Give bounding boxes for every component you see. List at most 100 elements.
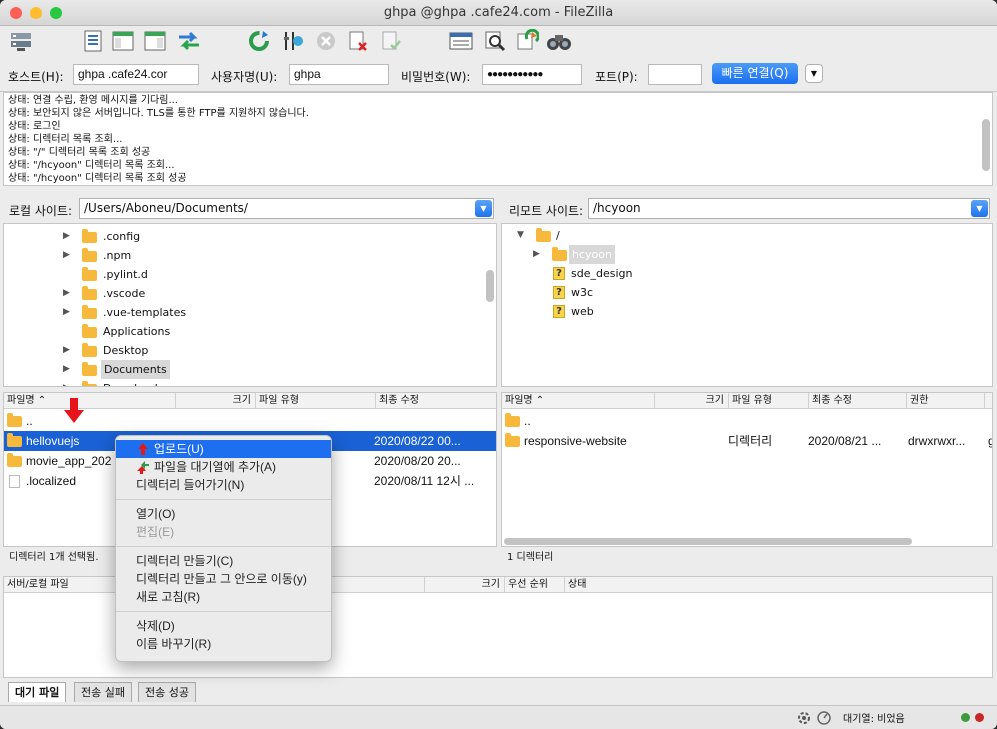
refresh-icon[interactable]	[246, 28, 272, 54]
zoom-window-button[interactable]	[50, 7, 62, 19]
tree-item-selected[interactable]: ▶ hcyoon	[502, 245, 982, 264]
chevron-down-icon[interactable]: ▼	[475, 200, 492, 217]
expand-arrow-icon[interactable]: ▶	[63, 246, 70, 265]
tree-item[interactable]: ▶ .config	[4, 227, 484, 246]
tree-item[interactable]: ▶ .npm	[4, 246, 484, 265]
reconnect-icon[interactable]	[378, 28, 404, 54]
tree-item[interactable]: ▶ Downloads	[4, 379, 484, 386]
folder-icon	[82, 362, 97, 376]
table-row[interactable]: responsive-website 디렉터리 2020/08/21 ... d…	[502, 431, 992, 451]
disconnect-icon[interactable]	[345, 28, 371, 54]
expand-arrow-icon[interactable]: ▼	[517, 226, 524, 245]
tree-item[interactable]: ▶ .vscode	[4, 284, 484, 303]
chevron-down-icon[interactable]: ▼	[971, 200, 988, 217]
tree-item[interactable]: .pylint.d	[4, 265, 484, 284]
column-header-type[interactable]: 파일 유형	[728, 393, 808, 409]
remote-list-h-scrollbar[interactable]	[504, 538, 912, 545]
compare-icon[interactable]	[482, 28, 508, 54]
file-name: movie_app_202	[26, 454, 112, 468]
quickconnect-history-dropdown[interactable]: ▼	[805, 64, 823, 83]
tree-item[interactable]: ▶ Desktop	[4, 341, 484, 360]
tree-item-label: web	[571, 305, 594, 318]
expand-arrow-icon[interactable]: ▶	[63, 303, 70, 322]
close-window-button[interactable]	[10, 7, 22, 19]
quickconnect-button[interactable]: 빠른 연결(Q)	[712, 63, 798, 84]
expand-arrow-icon[interactable]: ▶	[63, 379, 70, 386]
menu-item-create-directory[interactable]: 디렉터리 만들기(C)	[116, 552, 331, 570]
expand-arrow-icon[interactable]: ▶	[63, 227, 70, 246]
column-header-name[interactable]: 파일명 ⌃	[4, 393, 46, 409]
column-header-owner[interactable]	[984, 393, 992, 409]
local-tree-icon[interactable]	[110, 28, 136, 54]
local-path-combo[interactable]: /Users/Aboneu/Documents/ ▼	[79, 198, 494, 219]
tab-queued-files[interactable]: 대기 파일	[8, 682, 67, 702]
expand-arrow-icon[interactable]: ▶	[533, 245, 540, 264]
remote-file-list[interactable]: 파일명 ⌃ 크기 파일 유형 최종 수정 권한 .. responsive-we…	[501, 392, 993, 547]
local-directory-tree[interactable]: ▶ .config ▶ .npm .pylint.d ▶ .vscode ▶ .…	[3, 223, 497, 387]
message-log-icon[interactable]	[80, 28, 106, 54]
expand-arrow-icon[interactable]: ▶	[63, 284, 70, 303]
menu-item-add-to-queue[interactable]: 파일을 대기열에 추가(A)	[116, 458, 331, 476]
log-scrollbar[interactable]	[982, 119, 990, 171]
column-header-name[interactable]: 파일명 ⌃	[502, 393, 544, 409]
minimize-window-button[interactable]	[30, 7, 42, 19]
tree-item-selected[interactable]: ▶ Documents	[4, 360, 484, 379]
cancel-icon[interactable]	[313, 28, 339, 54]
menu-item-rename[interactable]: 이름 바꾸기(R)	[116, 635, 331, 653]
column-header-priority[interactable]: 우선 순위	[504, 577, 564, 593]
transfer-queue-icon[interactable]	[176, 28, 202, 54]
menu-item-upload[interactable]: 업로드(U)	[116, 440, 331, 458]
tab-failed-transfers[interactable]: 전송 실패	[74, 682, 132, 702]
add-queue-icon	[137, 461, 149, 474]
expand-arrow-icon[interactable]: ▶	[63, 360, 70, 379]
process-queue-icon[interactable]	[280, 28, 306, 54]
title-bar: ghpa @ghpa .cafe24.com - FileZilla	[0, 0, 997, 26]
username-input[interactable]: ghpa	[289, 64, 389, 85]
window-title: ghpa @ghpa .cafe24.com - FileZilla	[383, 5, 614, 20]
column-header-state[interactable]: 상태	[564, 577, 992, 593]
log-line: 상태: "/hcyoon" 디렉터리 목록 조회 성공	[8, 173, 187, 184]
remote-directory-tree[interactable]: ▼ / ▶ hcyoon ? sde_design ? w3c ? web	[501, 223, 993, 387]
message-log[interactable]: 상태: 연결 수립, 환영 메시지를 기다림... 상태: 보안되지 않은 서버…	[3, 92, 993, 186]
column-header-type[interactable]: 파일 유형	[255, 393, 375, 409]
column-header-permissions[interactable]: 권한	[906, 393, 984, 409]
tree-item[interactable]: ? w3c	[502, 283, 982, 302]
password-input[interactable]: ●●●●●●●●●●●	[482, 64, 582, 85]
file-icon	[9, 475, 20, 488]
menu-item-enter-directory[interactable]: 디렉터리 들어가기(N)	[116, 476, 331, 494]
tree-item-label: .pylint.d	[103, 268, 148, 281]
tree-item[interactable]: Applications	[4, 322, 484, 341]
tree-item[interactable]: ? web	[502, 302, 982, 321]
column-header-size[interactable]: 크기	[424, 577, 504, 593]
sync-browse-icon[interactable]	[514, 28, 540, 54]
tree-item[interactable]: ? sde_design	[502, 264, 982, 283]
remote-tree-icon[interactable]	[142, 28, 168, 54]
expand-arrow-icon[interactable]: ▶	[63, 341, 70, 360]
table-row[interactable]: ..	[502, 411, 992, 431]
filter-icon[interactable]	[448, 28, 474, 54]
tree-item[interactable]: ▶ .vue-templates	[4, 303, 484, 322]
tab-successful-transfers[interactable]: 전송 성공	[138, 682, 196, 702]
local-tree-scrollbar[interactable]	[486, 270, 494, 302]
column-header-modified[interactable]: 최종 수정	[808, 393, 906, 409]
tree-item[interactable]: ▼ /	[502, 226, 982, 245]
port-input[interactable]	[648, 64, 702, 85]
file-name: ..	[26, 414, 33, 428]
speed-limit-icon[interactable]	[817, 711, 831, 725]
column-header-size[interactable]: 크기	[175, 393, 255, 409]
column-header-size[interactable]: 크기	[654, 393, 728, 409]
window-controls	[10, 7, 62, 19]
file-type: 디렉터리	[728, 434, 773, 448]
menu-item-delete[interactable]: 삭제(D)	[116, 617, 331, 635]
host-input[interactable]: ghpa .cafe24.cor	[73, 64, 199, 85]
site-manager-icon[interactable]	[8, 28, 34, 54]
menu-separator	[116, 611, 331, 612]
column-header-modified[interactable]: 최종 수정	[375, 393, 496, 409]
menu-item-create-and-enter-directory[interactable]: 디렉터리 만들고 그 안으로 이동(y)	[116, 570, 331, 588]
password-label: 비밀번호(W):	[401, 70, 471, 84]
remote-path-combo[interactable]: /hcyoon ▼	[588, 198, 990, 219]
menu-item-refresh[interactable]: 새로 고침(R)	[116, 588, 331, 606]
filezilla-window: ghpa @ghpa .cafe24.com - FileZilla 호스트(H…	[0, 0, 997, 729]
menu-item-open[interactable]: 열기(O)	[116, 505, 331, 523]
search-icon[interactable]	[546, 28, 572, 54]
